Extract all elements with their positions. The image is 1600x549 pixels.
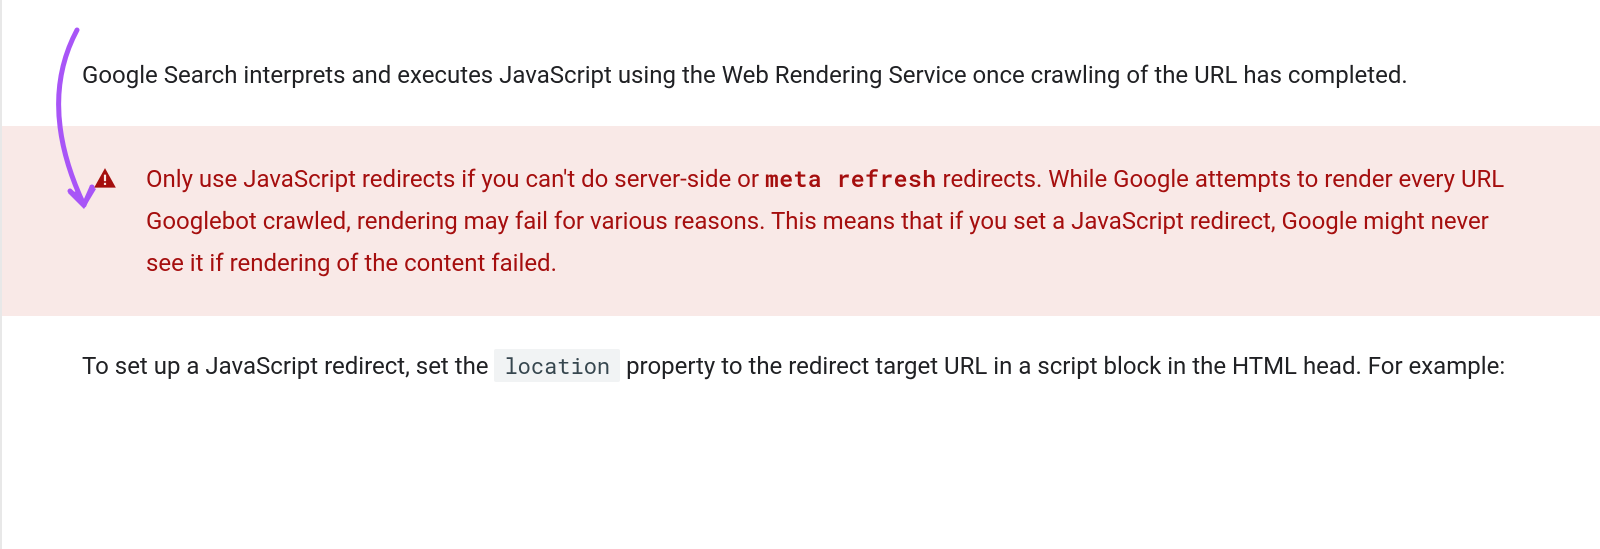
code-chip-location: location: [494, 349, 620, 382]
warning-text: Only use JavaScript redirects if you can…: [146, 158, 1520, 284]
setup-paragraph: To set up a JavaScript redirect, set the…: [2, 316, 1600, 407]
setup-text-after: property to the redirect target URL in a…: [620, 352, 1505, 380]
warning-code-inline: meta refresh: [765, 164, 937, 194]
warning-callout: Only use JavaScript redirects if you can…: [2, 126, 1600, 316]
document-content: Google Search interprets and executes Ja…: [2, 0, 1600, 407]
warning-text-before: Only use JavaScript redirects if you can…: [146, 165, 765, 193]
intro-paragraph: Google Search interprets and executes Ja…: [2, 0, 1600, 126]
setup-text-before: To set up a JavaScript redirect, set the: [82, 352, 494, 380]
warning-icon: [92, 164, 118, 190]
